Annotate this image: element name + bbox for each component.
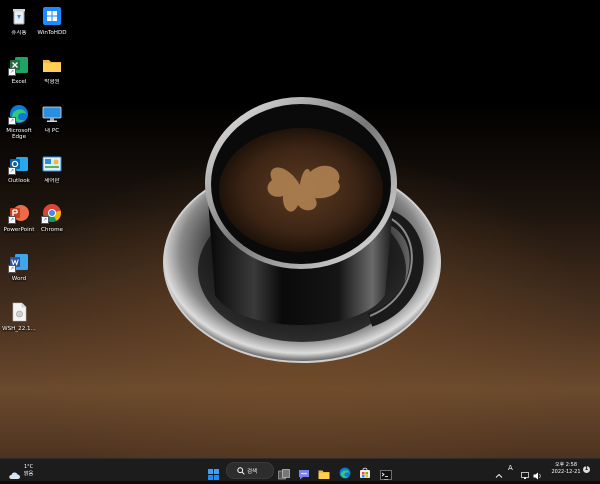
taskbar: 1°C 맑음 검색 A 오후 2:58 2022-12-21 1 [0,458,600,481]
store-icon [359,464,371,483]
notification-badge[interactable]: 1 [583,466,590,473]
network-icon [521,465,530,484]
shortcut-arrow-icon: ↗ [8,167,16,175]
taskbar-clock[interactable]: 오후 2:58 2022-12-21 [548,462,584,476]
task-view-icon [278,465,290,484]
start-icon [208,465,219,484]
desktop-icon-word[interactable]: ↗ Word [0,248,38,294]
file-explorer-button[interactable] [316,461,332,479]
desktop-icon-folder[interactable]: 박형원 [33,51,71,97]
outlook-icon: ↗ [8,154,29,175]
shortcut-arrow-icon: ↗ [8,117,16,125]
desktop-icon-label: 제어판 [44,178,60,184]
shortcut-arrow-icon: ↗ [41,216,49,224]
chat-icon [298,465,310,484]
task-view-button[interactable] [276,461,292,480]
search-label: 검색 [247,469,258,475]
shortcut-arrow-icon: ↗ [8,216,16,224]
desktop-icon-label: 박형원 [44,79,60,85]
weather-cloud-icon [8,465,22,484]
file-icon [9,302,29,322]
desktop-icon-control-panel[interactable]: 제어판 [33,150,71,196]
desktop-icon-this-pc[interactable]: 내 PC [33,100,71,146]
desktop-icon-label: 내 PC [44,128,60,134]
weather-condition: 맑음 [24,471,34,477]
control-panel-icon [42,154,62,174]
chevron-up-icon [495,465,503,484]
word-icon: ↗ [8,252,29,273]
volume-icon [533,465,542,484]
edge-icon [339,464,351,483]
powerpoint-icon: ↗ [8,203,29,224]
this-pc-icon [42,104,62,124]
terminal-icon [380,465,392,484]
edge-icon: ↗ [8,104,29,125]
clock-date: 2022-12-21 [551,469,581,475]
clock-time: 오후 2:58 [554,462,578,468]
store-button[interactable] [357,461,373,479]
excel-icon: ↗ [8,55,29,76]
tray-icons[interactable] [521,464,545,480]
desktop-icon-label: WinToHDD [37,30,67,36]
desktop-icon-label: WSH_22.1... [2,326,36,332]
tray-overflow-button[interactable] [495,465,504,478]
desktop-icon-wintohdd[interactable]: WinToHDD [33,2,71,48]
ime-indicator[interactable]: A [508,464,517,474]
file-explorer-icon [318,465,330,484]
weather-widget[interactable]: 1°C 맑음 [6,462,46,479]
taskbar-search-box[interactable]: 검색 [226,462,274,479]
shortcut-arrow-icon: ↗ [8,68,16,76]
wintohdd-icon [42,6,62,26]
chat-button[interactable] [296,461,312,480]
desktop-icon-file[interactable]: WSH_22.1... [0,298,38,344]
terminal-button[interactable] [378,461,394,480]
desktop-icon-label: Word [11,276,27,282]
desktop-icon-chrome[interactable]: ↗ Chrome [33,199,71,245]
chrome-icon: ↗ [41,203,62,224]
start-button[interactable] [205,461,221,480]
edge-taskbar-button[interactable] [337,461,353,479]
desktop: 휴지통 WinToHDD ↗ Excel 박형원 ↗ Microsoft Edg… [0,0,600,458]
weather-temp: 1°C [24,464,34,470]
recycle-bin-icon [9,6,29,26]
folder-icon [42,55,62,75]
shortcut-arrow-icon: ↗ [8,265,16,273]
desktop-icon-label: Chrome [41,227,63,233]
search-icon [237,466,245,477]
